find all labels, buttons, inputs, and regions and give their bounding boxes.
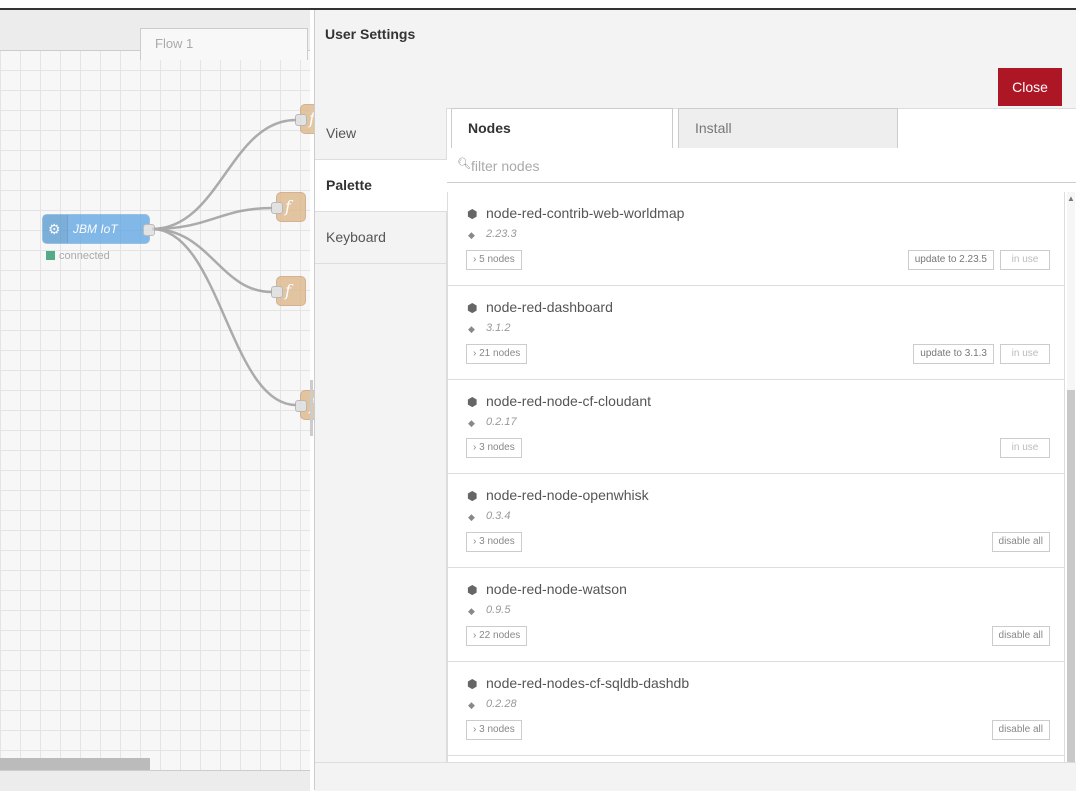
tag-icon: ◆ — [468, 230, 475, 240]
input-port[interactable] — [271, 286, 283, 298]
tag-icon: ◆ — [468, 606, 475, 616]
sidebar-item-label: View — [326, 125, 357, 141]
tab-install[interactable]: Install — [678, 108, 898, 148]
settings-sidebar: View Palette Keyboard — [315, 108, 448, 790]
package-version: 0.3.4 — [486, 510, 511, 522]
list-item: ⬢ node-red-dashboard ◆ 3.1.2 › 21 nodes … — [448, 286, 1064, 380]
function-icon: f — [285, 197, 291, 216]
palette-content: Nodes Install 🔍︎ ⬢ node-red-contrib-web-… — [447, 108, 1076, 790]
package-icon: ⬢ — [467, 677, 478, 691]
panel-header: User Settings — [315, 10, 1076, 57]
list-item: ⬢ node-red-node-openwhisk ◆ 0.3.4 › 3 no… — [448, 474, 1064, 568]
list-item: ⬢ node-red-contrib-web-worldmap ◆ 2.23.3… — [448, 192, 1064, 286]
list-scrollbar-thumb[interactable] — [1067, 390, 1075, 766]
function-icon: f — [285, 281, 291, 300]
expand-nodes-button[interactable]: › 3 nodes — [466, 438, 522, 458]
node-package-list: ⬢ node-red-contrib-web-worldmap ◆ 2.23.3… — [447, 192, 1065, 776]
canvas-horizontal-scrollbar[interactable] — [0, 758, 150, 770]
expand-nodes-button[interactable]: › 22 nodes — [466, 626, 528, 646]
package-name: node-red-contrib-web-worldmap — [486, 205, 685, 221]
filter-nodes-input[interactable] — [469, 154, 1053, 178]
package-name: node-red-node-cf-cloudant — [486, 393, 651, 409]
function-node[interactable]: f — [271, 276, 306, 306]
in-use-button: in use — [1000, 250, 1050, 270]
list-item: ⬢ node-red-nodes-cf-sqldb-dashdb ◆ 0.2.2… — [448, 662, 1064, 756]
package-icon: ⬢ — [467, 489, 478, 503]
tab-nodes[interactable]: Nodes — [451, 108, 673, 148]
gear-icon: ⚙ — [48, 221, 61, 237]
disable-all-button[interactable]: disable all — [991, 532, 1050, 552]
sidebar-item-view[interactable]: View — [315, 108, 446, 160]
panel-resize-handle[interactable] — [310, 380, 313, 436]
user-settings-panel: User Settings Close View Palette Keyboar… — [314, 10, 1076, 791]
package-icon: ⬢ — [467, 207, 478, 221]
in-use-button: in use — [1000, 438, 1050, 458]
package-icon: ⬢ — [467, 395, 478, 409]
wire — [151, 227, 273, 294]
panel-footer — [315, 762, 1076, 791]
sidebar-item-keyboard[interactable]: Keyboard — [315, 212, 446, 264]
package-name: node-red-dashboard — [486, 299, 613, 315]
sidebar-item-label: Palette — [326, 177, 372, 193]
filter-row: 🔍︎ — [447, 148, 1076, 183]
update-button[interactable]: update to 3.1.3 — [913, 344, 994, 364]
package-version: 3.1.2 — [486, 322, 511, 334]
panel-toolbar: Close — [315, 56, 1076, 109]
input-port[interactable] — [271, 202, 283, 214]
package-name: node-red-node-openwhisk — [486, 487, 649, 503]
expand-nodes-button[interactable]: › 3 nodes — [466, 720, 522, 740]
scroll-up-icon[interactable]: ▲ — [1067, 194, 1075, 203]
in-use-button: in use — [1000, 344, 1050, 364]
ibm-iot-node[interactable]: ⚙ JBM IoT — [42, 214, 155, 244]
update-button[interactable]: update to 2.23.5 — [907, 250, 994, 270]
package-name: node-red-node-watson — [486, 581, 627, 597]
package-name: node-red-nodes-cf-sqldb-dashdb — [486, 675, 690, 691]
output-port[interactable] — [143, 224, 155, 236]
page-title: User Settings — [325, 26, 416, 42]
package-icon: ⬢ — [467, 583, 478, 597]
input-port[interactable] — [295, 400, 307, 412]
tag-icon: ◆ — [468, 324, 475, 334]
status-indicator-icon — [46, 251, 55, 260]
status-text: connected — [59, 250, 110, 262]
tag-icon: ◆ — [468, 700, 475, 710]
sidebar-item-palette[interactable]: Palette — [315, 160, 448, 212]
package-version: 0.2.28 — [486, 698, 517, 710]
canvas-footer — [0, 770, 310, 791]
sidebar-item-label: Keyboard — [326, 229, 386, 245]
tag-icon: ◆ — [468, 512, 475, 522]
disable-all-button[interactable]: disable all — [991, 720, 1050, 740]
expand-nodes-button[interactable]: › 5 nodes — [466, 250, 522, 270]
flow-wires — [151, 118, 297, 407]
package-version: 2.23.3 — [486, 228, 517, 240]
package-version: 0.2.17 — [486, 416, 517, 428]
node-status: connected — [46, 250, 110, 262]
list-item: ⬢ node-red-node-watson ◆ 0.9.5 › 22 node… — [448, 568, 1064, 662]
tag-icon: ◆ — [468, 418, 475, 428]
expand-nodes-button[interactable]: › 21 nodes — [466, 344, 528, 364]
close-button[interactable]: Close — [998, 68, 1062, 106]
node-label: JBM IoT — [73, 222, 118, 236]
package-icon: ⬢ — [467, 301, 478, 315]
expand-nodes-button[interactable]: › 3 nodes — [466, 532, 522, 552]
ibm-iot-icon-area: ⚙ — [43, 215, 68, 243]
wire — [151, 227, 297, 407]
input-port[interactable] — [295, 114, 307, 126]
list-item: ⬢ node-red-node-cf-cloudant ◆ 0.2.17 › 3… — [448, 380, 1064, 474]
function-node[interactable]: f — [271, 192, 306, 222]
disable-all-button[interactable]: disable all — [991, 626, 1050, 646]
package-version: 0.9.5 — [486, 604, 511, 616]
